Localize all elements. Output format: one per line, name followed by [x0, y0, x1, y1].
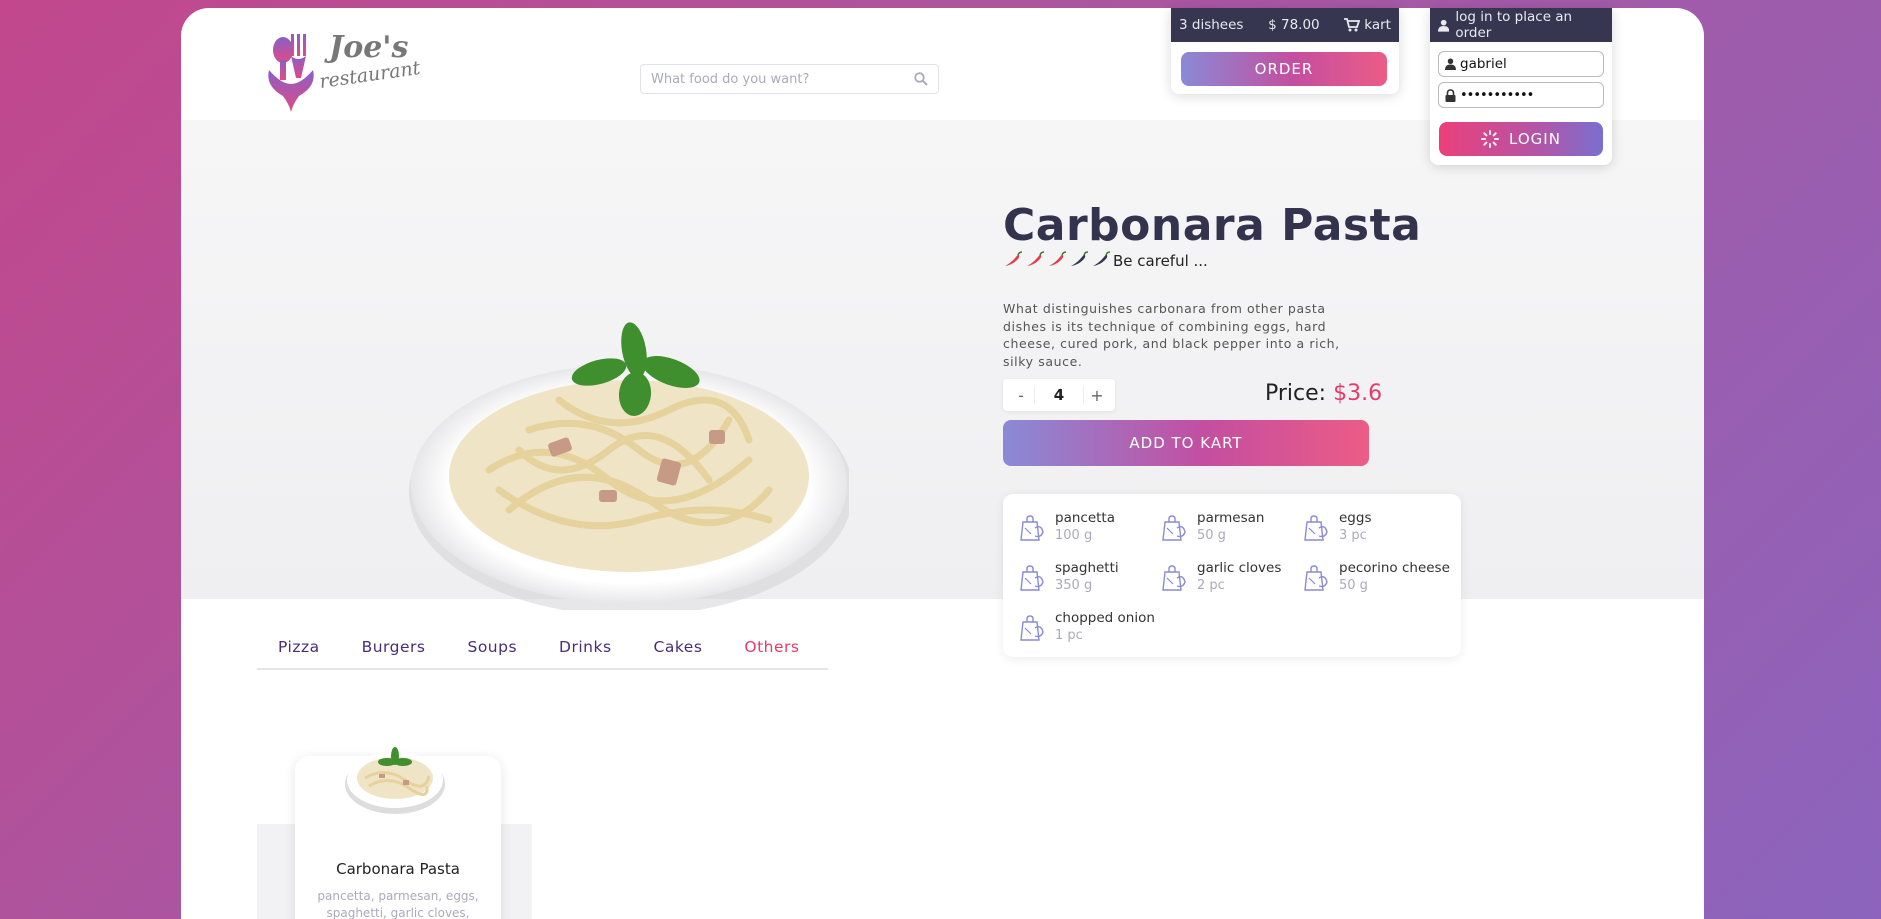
ingredient-amount: 1 pc — [1055, 628, 1083, 643]
category-tabs: Pizza Burgers Soups Drinks Cakes Others — [257, 638, 828, 670]
grocery-bag-icon — [1304, 565, 1328, 591]
quantity-increase-button[interactable]: + — [1087, 386, 1107, 405]
quantity-stepper: - 4 + — [1003, 379, 1115, 411]
ingredient-amount: 100 g — [1055, 528, 1093, 543]
login-prompt-bar: log in to place an order — [1430, 8, 1612, 42]
user-icon — [1438, 19, 1450, 32]
search-icon[interactable] — [914, 72, 928, 86]
grocery-bag-icon — [1020, 615, 1044, 641]
ingredient-item: parmesan 50 g — [1161, 510, 1264, 543]
password-field-box: ••••••••••• — [1438, 82, 1604, 108]
search-box — [640, 64, 939, 94]
ingredient-name: chopped onion — [1055, 610, 1155, 626]
ingredient-amount: 50 g — [1197, 528, 1226, 543]
grocery-bag-icon — [1162, 515, 1186, 541]
spiciness-rating — [1003, 251, 1111, 267]
login-button[interactable]: LOGIN — [1439, 122, 1603, 156]
user-icon — [1445, 58, 1456, 70]
username-field-box — [1438, 51, 1604, 77]
username-field[interactable] — [1460, 56, 1597, 72]
login-label: LOGIN — [1509, 130, 1561, 148]
ingredient-name: parmesan — [1197, 510, 1265, 526]
ingredient-name: pecorino cheese — [1339, 560, 1450, 576]
product-description: What distinguishes carbonara from other … — [1003, 301, 1340, 369]
product-title: Carbonara Pasta — [1003, 200, 1422, 251]
ingredient-item: pecorino cheese 50 g — [1303, 560, 1450, 593]
chili-pepper-icon-filled — [1049, 251, 1067, 266]
tab-pizza[interactable]: Pizza — [278, 638, 320, 668]
cart-icon — [1344, 18, 1361, 32]
tab-soups[interactable]: Soups — [467, 638, 517, 668]
ingredient-name: pancetta — [1055, 510, 1115, 526]
chili-pepper-icon-filled — [1027, 251, 1045, 266]
carbonara-pasta-image — [409, 322, 849, 610]
tab-cakes[interactable]: Cakes — [654, 638, 703, 668]
password-field[interactable]: ••••••••••• — [1460, 88, 1534, 103]
kart-label: kart — [1364, 17, 1391, 33]
grocery-bag-icon — [1020, 565, 1044, 591]
lock-icon — [1445, 88, 1456, 102]
chili-pepper-icon-empty — [1093, 251, 1111, 266]
add-to-kart-button[interactable]: ADD TO KART — [1003, 420, 1369, 466]
product-hero — [181, 120, 1704, 610]
login-panel: log in to place an order ••••••••••• LOG… — [1430, 8, 1612, 165]
spiciness-label: Be careful ... — [1113, 252, 1208, 270]
menu-item-name: Carbonara Pasta — [336, 860, 460, 878]
product-price: Price: $3.6 — [1265, 381, 1382, 406]
menu-item-card[interactable]: Carbonara Pasta pancetta, parmesan, eggs… — [295, 747, 501, 919]
chili-pepper-icon-filled — [1005, 251, 1023, 266]
quantity-decrease-button[interactable]: - — [1011, 386, 1031, 405]
ingredient-amount: 350 g — [1055, 578, 1093, 593]
order-button[interactable]: ORDER — [1181, 52, 1387, 86]
quantity-value[interactable]: 4 — [1034, 386, 1084, 404]
chili-pepper-icon-empty — [1071, 251, 1089, 266]
kart-link[interactable]: kart — [1344, 17, 1391, 33]
price-label: Price: — [1265, 381, 1327, 406]
ingredient-item: eggs 3 pc — [1303, 510, 1371, 543]
ingredient-item: spaghetti 350 g — [1019, 560, 1119, 593]
tab-burgers[interactable]: Burgers — [362, 638, 426, 668]
ingredient-item: garlic cloves 2 pc — [1161, 560, 1281, 593]
grocery-bag-icon — [1304, 515, 1328, 541]
loading-spinner-icon — [1481, 130, 1500, 148]
ingredients-panel: pancetta 100 g parmesan 50 g eggs 3 pc spaghet… — [1003, 494, 1461, 657]
ingredient-amount: 50 g — [1339, 578, 1368, 593]
cart-total: $ 78.00 — [1268, 17, 1320, 33]
grocery-bag-icon — [1020, 515, 1044, 541]
login-prompt: log in to place an order — [1455, 9, 1573, 41]
cart-summary-bar: 3 dishees $ 78.00 kart — [1171, 8, 1399, 42]
ingredient-name: eggs — [1339, 510, 1372, 526]
ingredient-item: chopped onion 1 pc — [1019, 610, 1155, 643]
menu-item-description: pancetta, parmesan, eggs, spaghetti, gar… — [317, 889, 479, 919]
menu-item-image — [345, 747, 445, 814]
tab-drinks[interactable]: Drinks — [559, 638, 612, 668]
grocery-bag-icon — [1162, 565, 1186, 591]
cart-panel: 3 dishees $ 78.00 kart ORDER — [1171, 8, 1399, 94]
ingredient-amount: 2 pc — [1197, 578, 1225, 593]
cart-count: 3 dishees — [1179, 17, 1244, 33]
ingredient-name: garlic cloves — [1197, 560, 1282, 576]
price-value: $3.6 — [1333, 381, 1383, 406]
ingredient-name: spaghetti — [1055, 560, 1119, 576]
ingredient-amount: 3 pc — [1339, 528, 1367, 543]
ingredient-item: pancetta 100 g — [1019, 510, 1115, 543]
search-input[interactable] — [651, 71, 914, 87]
tab-others[interactable]: Others — [744, 638, 799, 668]
